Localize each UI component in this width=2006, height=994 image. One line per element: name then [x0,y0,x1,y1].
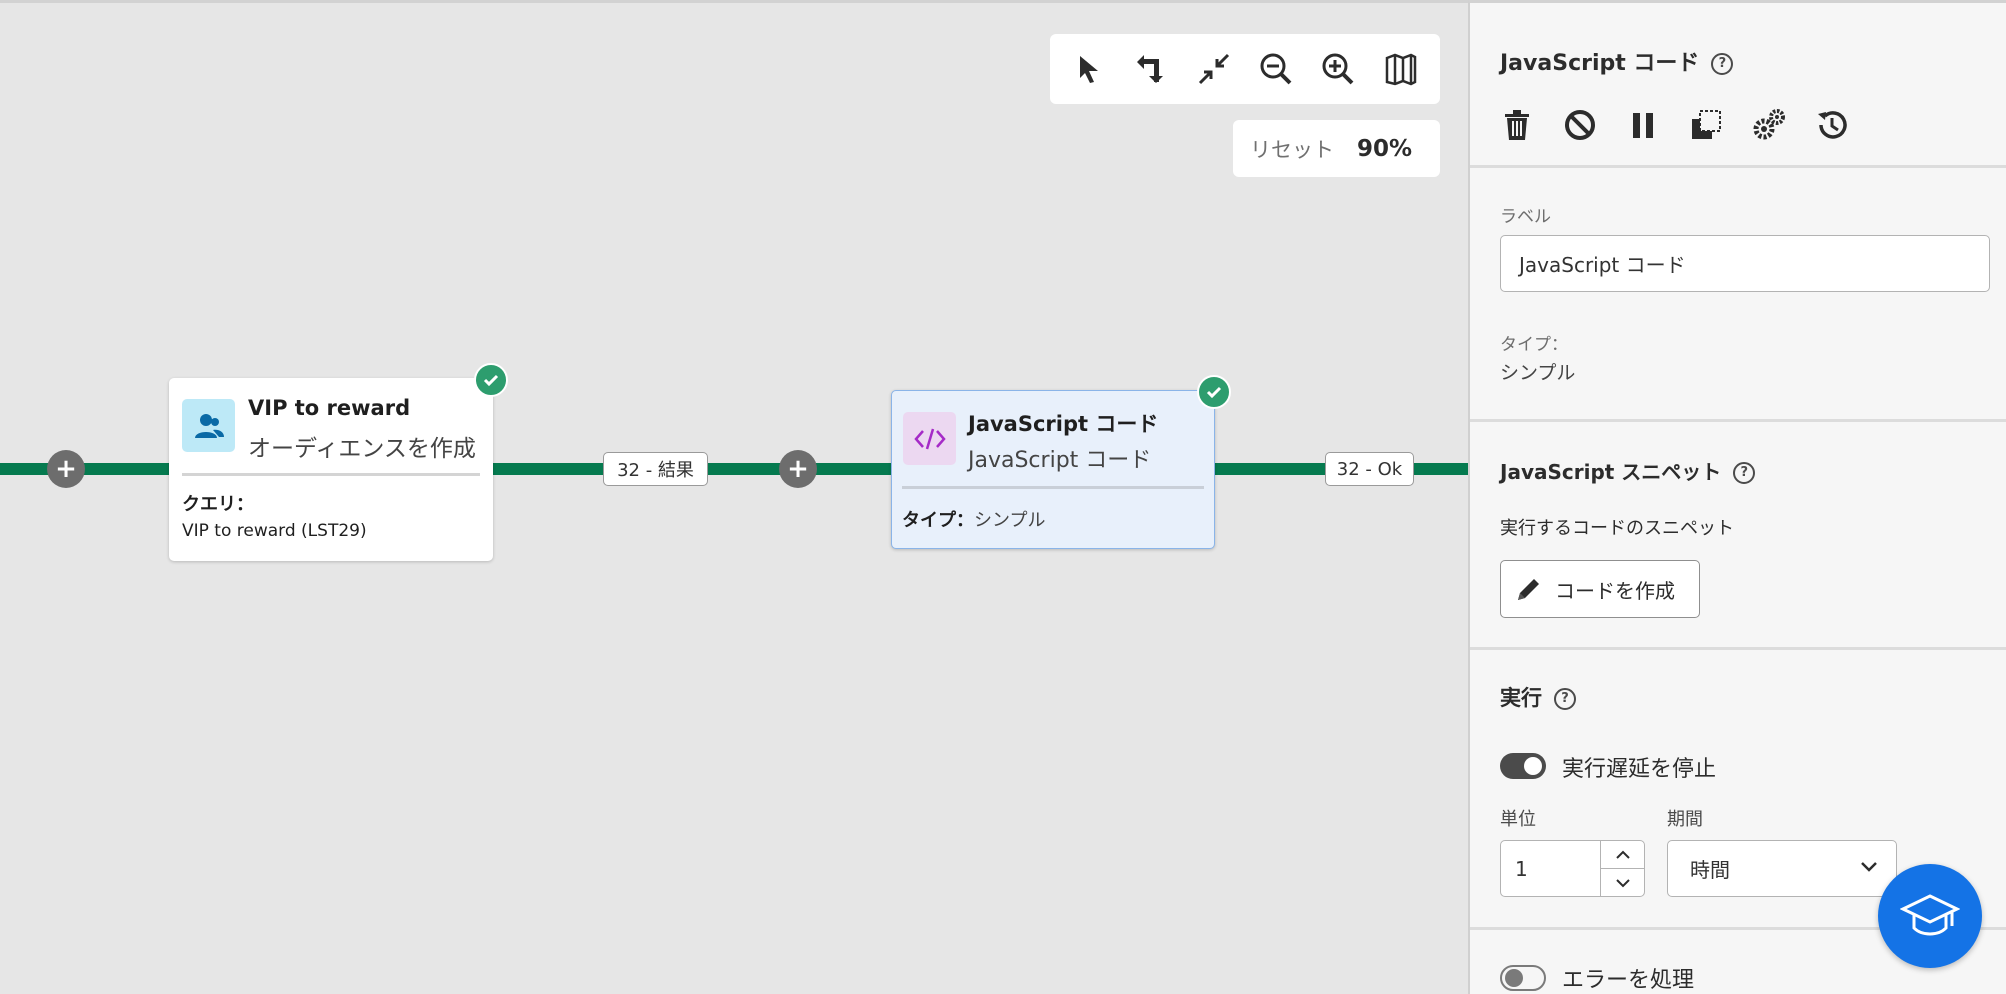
panel-title: JavaScript コード? [1500,45,1734,77]
node-detail: タイプ：シンプル [902,506,1045,532]
stepper-controls [1600,841,1644,896]
history-icon[interactable] [1813,106,1851,144]
graduation-cap-icon [1900,892,1960,940]
toggle-knob [1505,969,1523,987]
node-detail-label: クエリ： [182,494,254,515]
panel-header: JavaScript コード? [1470,3,2006,168]
map-icon[interactable] [1379,47,1423,91]
period-select[interactable]: 時間 [1667,840,1897,897]
node-subtitle: オーディエンスを作成 [248,436,476,462]
node-divider [182,473,480,476]
transition-label[interactable]: 32 - Ok [1325,452,1414,486]
workflow-canvas[interactable]: リセット 90% + + 32 - 結果 32 - Ok VIP to rewa… [0,0,1468,994]
panel-title-text: JavaScript コード [1500,51,1700,76]
activity-node-audience[interactable]: VIP to reward オーディエンスを作成 クエリ： VIP to rew… [169,363,508,561]
node-title: VIP to reward [248,396,411,420]
label-input[interactable]: JavaScript コード [1500,235,1990,292]
code-icon [903,412,956,465]
stop-delay-toggle[interactable] [1500,753,1546,779]
zoom-level: 90% [1356,135,1412,162]
chevron-down-icon[interactable] [1601,869,1644,896]
add-activity-button[interactable]: + [47,450,85,488]
node-subtitle: JavaScript コード [968,448,1152,473]
help-icon[interactable]: ? [1733,461,1756,484]
snippet-section: JavaScript スニペット? 実行するコードのスニペット コードを作成 [1470,422,2006,650]
pointer-icon[interactable] [1067,47,1111,91]
properties-panel: JavaScript コード? ラベル JavaScript コード タイプ： … [1468,0,2006,994]
learn-button[interactable] [1878,864,1982,968]
error-toggle[interactable] [1500,965,1546,991]
node-detail-label: タイプ： [902,510,974,531]
collapse-icon[interactable] [1192,47,1236,91]
snippet-title-text: JavaScript スニペット [1500,460,1722,484]
chevron-down-icon [1860,861,1878,873]
check-icon [474,363,508,397]
audience-icon [182,399,235,452]
toggle-knob [1524,757,1542,775]
unit-stepper[interactable]: 1 [1500,840,1645,897]
flow-line [0,463,170,475]
execution-title-text: 実行 [1500,686,1542,710]
canvas-toolbar [1050,34,1440,104]
period-label: 期間 [1667,809,1703,830]
trash-icon[interactable] [1498,106,1536,144]
general-section: ラベル JavaScript コード タイプ： シンプル [1470,168,2006,422]
transition-label[interactable]: 32 - 結果 [603,452,708,486]
execution-title: 実行? [1500,682,1576,712]
period-value: 時間 [1690,858,1730,882]
node-title: JavaScript コード [968,412,1159,436]
add-activity-button[interactable]: + [779,450,817,488]
create-code-label: コードを作成 [1555,578,1675,603]
zoom-in-icon[interactable] [1316,47,1360,91]
pause-icon[interactable] [1624,106,1662,144]
help-icon[interactable]: ? [1554,687,1576,710]
stop-delay-label: 実行遅延を停止 [1562,757,1717,782]
label-field-label: ラベル [1500,207,1551,227]
settings-icon[interactable] [1750,106,1788,144]
check-icon [1197,375,1231,409]
type-value: シンプル [1500,362,1576,384]
disable-icon[interactable] [1561,106,1599,144]
unit-label: 単位 [1500,809,1536,830]
activity-node-javascript[interactable]: JavaScript コード JavaScript コード タイプ：シンプル [891,375,1231,549]
zoom-out-icon[interactable] [1254,47,1298,91]
help-icon[interactable]: ? [1711,52,1734,75]
node-detail-value: VIP to reward (LST29) [182,521,367,541]
node-divider [902,486,1204,489]
chevron-up-icon[interactable] [1601,841,1644,869]
snippet-title: JavaScript スニペット? [1500,456,1756,485]
error-toggle-label: エラーを処理 [1562,968,1695,993]
unit-value: 1 [1515,856,1528,881]
create-code-button[interactable]: コードを作成 [1500,560,1700,618]
pencil-icon [1515,575,1543,603]
reroute-icon[interactable] [1129,47,1173,91]
type-label: タイプ： [1500,335,1568,355]
copy-icon[interactable] [1687,106,1725,144]
snippet-description: 実行するコードのスニペット [1500,518,1734,539]
zoom-control: リセット 90% [1233,120,1440,177]
reset-zoom-button[interactable]: リセット [1250,134,1334,164]
node-detail-value: シンプル [974,510,1046,531]
